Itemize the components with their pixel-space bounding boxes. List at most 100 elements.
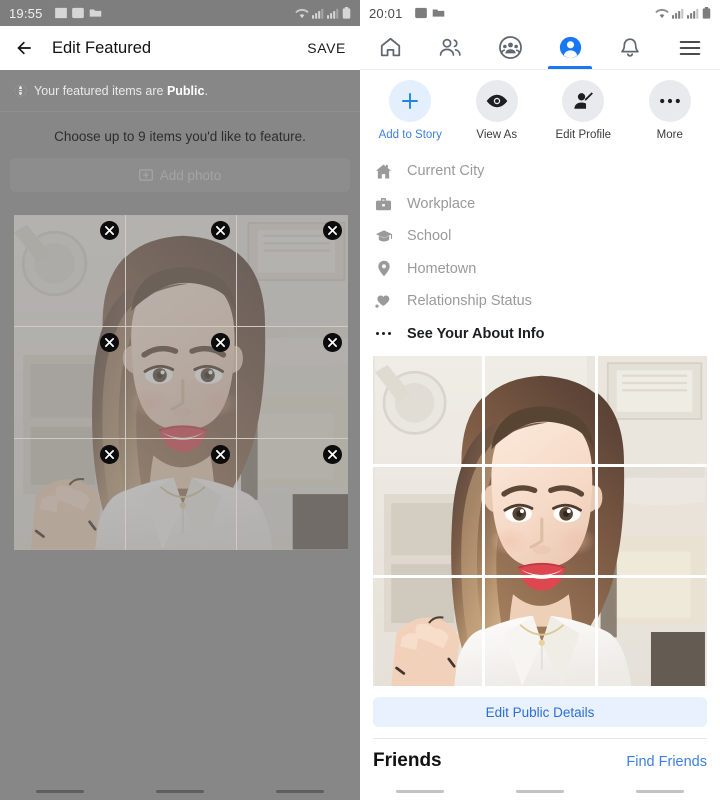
ellipsis-icon <box>374 332 393 336</box>
sidebar-item-home[interactable] <box>360 26 420 69</box>
folder-icon <box>89 9 101 17</box>
photo-tile[interactable] <box>373 578 483 686</box>
gesture-pill-home[interactable] <box>156 789 204 794</box>
photo-tile-image <box>373 356 483 464</box>
photo-tile[interactable] <box>14 439 125 550</box>
photo-tile[interactable] <box>237 215 348 326</box>
photo-tile[interactable] <box>125 439 237 550</box>
photo-tile[interactable] <box>373 356 483 464</box>
sidebar-item-menu[interactable] <box>660 26 720 69</box>
info-row-see-about-info[interactable]: See Your About Info <box>374 318 706 351</box>
add-photo-icon <box>138 169 153 181</box>
signal-icon <box>327 8 339 19</box>
photo-tile[interactable] <box>597 467 707 575</box>
edit-featured-app-bar: Edit Featured SAVE <box>0 26 360 70</box>
remove-photo-button[interactable] <box>99 445 119 464</box>
home-filled-icon <box>374 163 393 180</box>
screenshot-icon <box>71 7 84 19</box>
info-row-hometown[interactable]: Hometown <box>374 253 706 286</box>
info-row-current-city[interactable]: Current City <box>374 155 706 188</box>
close-icon <box>104 338 114 347</box>
status-left-group: 20:01 <box>369 6 445 21</box>
photo-tile-image <box>597 578 707 686</box>
instructions-text: Choose up to 9 items you'd like to featu… <box>54 129 306 144</box>
remove-photo-button[interactable] <box>322 333 342 352</box>
add-to-story-bubble <box>389 80 432 122</box>
photo-tile[interactable] <box>597 356 707 464</box>
dimmed-content-area: Your featured items are Public. Choose u… <box>0 70 360 800</box>
edit-profile-button[interactable]: Edit Profile <box>541 80 626 141</box>
sidebar-item-notifications[interactable] <box>600 26 660 69</box>
close-icon <box>216 226 226 235</box>
gesture-pill-back[interactable] <box>36 789 84 794</box>
image-icon <box>54 7 67 19</box>
privacy-suffix: . <box>204 83 208 98</box>
photo-tile[interactable] <box>485 356 595 464</box>
info-label: Workplace <box>407 195 476 212</box>
dual-screenshot-container: 19:55 Edit Featured SAVE Your featured i… <box>0 0 720 800</box>
remove-photo-button[interactable] <box>99 221 119 240</box>
photo-tile[interactable] <box>373 467 483 575</box>
info-label: Hometown <box>407 260 477 277</box>
main-nav-tabs <box>360 26 720 70</box>
left-phone-screen: 19:55 Edit Featured SAVE Your featured i… <box>0 0 360 800</box>
info-label: Relationship Status <box>407 293 532 310</box>
edit-public-details-button[interactable]: Edit Public Details <box>373 697 707 727</box>
photo-tile[interactable] <box>14 327 125 438</box>
photo-tile[interactable] <box>14 215 125 326</box>
gesture-pill-back[interactable] <box>396 789 444 794</box>
add-photo-label: Add photo <box>159 167 222 183</box>
photo-tile[interactable] <box>485 578 595 686</box>
remove-photo-button[interactable] <box>211 221 231 240</box>
globe-icon <box>14 84 27 97</box>
more-bubble <box>648 80 691 122</box>
add-photo-button[interactable]: Add photo <box>10 158 350 192</box>
add-to-story-button[interactable]: Add to Story <box>368 80 453 141</box>
info-row-school[interactable]: School <box>374 220 706 253</box>
groups-icon <box>498 36 522 59</box>
remove-photo-button[interactable] <box>99 333 119 352</box>
remove-photo-button[interactable] <box>211 333 231 352</box>
sidebar-item-groups[interactable] <box>480 26 540 69</box>
photo-tile[interactable] <box>237 439 348 550</box>
info-label: See Your About Info <box>407 325 545 342</box>
battery-icon <box>702 7 711 19</box>
status-clock: 20:01 <box>369 5 403 21</box>
sidebar-item-profile[interactable] <box>540 26 600 69</box>
view-as-button[interactable]: View As <box>455 80 540 141</box>
left-status-bar: 19:55 <box>0 0 360 26</box>
location-pin-icon <box>374 260 393 277</box>
featured-photo-grid-editable <box>14 215 348 550</box>
back-arrow-icon[interactable] <box>14 38 34 58</box>
photo-tile[interactable] <box>597 578 707 686</box>
info-row-relationship-status[interactable]: Relationship Status <box>374 285 706 318</box>
photo-tile[interactable] <box>485 467 595 575</box>
gesture-pill-recents[interactable] <box>276 789 324 794</box>
find-friends-link[interactable]: Find Friends <box>626 754 707 770</box>
close-icon <box>216 450 226 459</box>
gesture-pill-recents[interactable] <box>636 789 684 794</box>
more-button[interactable]: More <box>628 80 713 141</box>
hamburger-menu-icon <box>679 40 701 55</box>
signal-icon <box>672 8 684 19</box>
left-gesture-nav-bar <box>0 783 360 800</box>
photo-tile[interactable] <box>125 327 237 438</box>
remove-photo-button[interactable] <box>322 445 342 464</box>
right-status-bar: 20:01 <box>360 0 720 26</box>
status-right-group <box>655 7 711 19</box>
gesture-pill-home[interactable] <box>516 789 564 794</box>
view-as-label: View As <box>476 129 518 141</box>
remove-photo-button[interactable] <box>322 221 342 240</box>
sidebar-item-friends[interactable] <box>420 26 480 69</box>
add-to-story-label: Add to Story <box>378 129 442 141</box>
ellipsis-icon <box>659 98 680 104</box>
battery-icon <box>342 7 351 19</box>
photo-tile[interactable] <box>237 327 348 438</box>
remove-photo-button[interactable] <box>211 445 231 464</box>
info-row-workplace[interactable]: Workplace <box>374 188 706 221</box>
save-button[interactable]: SAVE <box>307 40 346 56</box>
close-icon <box>104 226 114 235</box>
photo-tile[interactable] <box>125 215 237 326</box>
home-icon <box>380 37 400 57</box>
friends-icon <box>439 38 461 56</box>
